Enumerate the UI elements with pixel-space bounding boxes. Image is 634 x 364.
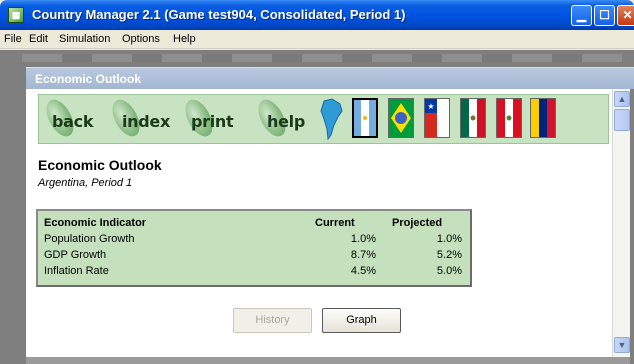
menu-help[interactable]: Help: [173, 33, 196, 45]
panel-title: Economic Outlook: [35, 72, 142, 86]
table-header: Economic Indicator Current Projected: [38, 217, 470, 232]
scroll-up-icon[interactable]: ▲: [614, 91, 630, 107]
peru-flag-icon[interactable]: [496, 98, 522, 138]
bottom-strip: [26, 357, 630, 364]
indicator-name: Inflation Rate: [44, 265, 109, 277]
index-label: index: [122, 112, 171, 131]
maximize-icon[interactable]: ☐: [594, 5, 615, 26]
brazil-flag-icon[interactable]: [388, 98, 414, 138]
print-label: print: [191, 112, 234, 131]
index-button[interactable]: index: [106, 95, 179, 143]
scroll-thumb[interactable]: [614, 109, 630, 131]
menu-bar: File Edit Simulation Options Help: [0, 30, 634, 49]
chile-flag-icon[interactable]: ★: [424, 98, 450, 138]
menu-simulation[interactable]: Simulation: [59, 33, 110, 45]
minimize-icon[interactable]: ▁: [571, 5, 592, 26]
nav-bar: back index print help ★: [38, 94, 609, 144]
app-icon: ▦: [8, 7, 24, 23]
background-window-strip: [22, 54, 622, 62]
indicator-name: Population Growth: [44, 233, 135, 245]
menu-options[interactable]: Options: [122, 33, 160, 45]
history-button: History: [233, 308, 312, 333]
indicator-table: Economic Indicator Current Projected Pop…: [36, 209, 472, 287]
menu-file[interactable]: File: [4, 33, 22, 45]
panel-title-bar: Economic Outlook: [26, 67, 634, 89]
print-button[interactable]: print: [179, 95, 251, 143]
current-value: 1.0%: [350, 233, 376, 245]
current-value: 4.5%: [350, 265, 376, 277]
close-icon[interactable]: ✕: [617, 5, 634, 26]
argentina-flag-icon[interactable]: [352, 98, 378, 138]
page-title: Economic Outlook: [38, 157, 162, 173]
title-bar: ▦ Country Manager 2.1 (Game test904, Con…: [0, 0, 634, 30]
scroll-down-icon[interactable]: ▼: [614, 337, 630, 353]
help-button[interactable]: help: [252, 95, 317, 143]
projected-value: 5.2%: [436, 249, 462, 261]
projected-value: 1.0%: [436, 233, 462, 245]
svg-text:★: ★: [427, 102, 434, 111]
column-header: Current: [315, 217, 355, 229]
help-label: help: [267, 112, 305, 131]
column-header: Economic Indicator: [44, 217, 147, 229]
menu-edit[interactable]: Edit: [29, 33, 48, 45]
indicator-name: GDP Growth: [44, 249, 107, 261]
column-header: Projected: [392, 217, 443, 229]
window-title: Country Manager 2.1 (Game test904, Conso…: [32, 7, 406, 22]
vertical-scrollbar[interactable]: ▲ ▼: [612, 89, 630, 357]
back-button[interactable]: back: [40, 95, 107, 143]
mexico-flag-icon[interactable]: [460, 98, 486, 138]
graph-button[interactable]: Graph: [322, 308, 401, 333]
back-label: back: [52, 112, 94, 131]
page-subtitle: Argentina, Period 1: [38, 177, 133, 189]
south-america-map-icon: [320, 98, 343, 141]
venezuela-flag-icon[interactable]: [530, 98, 556, 138]
table-row: Population Growth 1.0% 1.0%: [38, 233, 470, 248]
table-row: Inflation Rate 4.5% 5.0%: [38, 265, 470, 280]
map-icon[interactable]: [316, 95, 346, 143]
current-value: 8.7%: [350, 249, 376, 261]
projected-value: 5.0%: [436, 265, 462, 277]
table-row: GDP Growth 8.7% 5.2%: [38, 249, 470, 264]
